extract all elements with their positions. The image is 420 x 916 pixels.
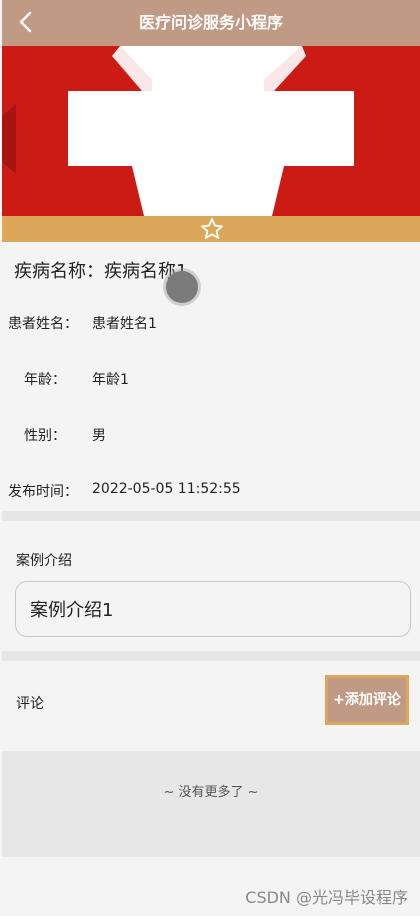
red-cross-logo [2, 46, 420, 216]
app-frame: 医疗问诊服务小程序 疾病名称：疾病名称1 患者姓名： 患者姓名1 年龄： 年龄1… [0, 0, 420, 916]
favorite-bar [2, 216, 420, 242]
age-value: 年龄1 [92, 372, 129, 388]
watermark-text: CSDN @光冯毕设程序 [245, 888, 408, 907]
page-title: 医疗问诊服务小程序 [138, 13, 283, 32]
intro-content: 案例介绍1 [30, 600, 114, 621]
patient-name-label: 患者姓名： [8, 316, 78, 332]
disease-name-label: 疾病名称： [14, 261, 104, 282]
age-label: 年龄： [24, 372, 66, 388]
section-divider [2, 651, 420, 661]
publish-time-label: 发布时间： [8, 484, 78, 500]
top-nav-bar: 医疗问诊服务小程序 [2, 0, 420, 46]
intro-section-title: 案例介绍 [16, 553, 72, 569]
gender-value: 男 [92, 428, 106, 444]
comments-section-title: 评论 [16, 696, 44, 712]
patient-name-value: 患者姓名1 [92, 316, 157, 332]
comments-list-empty: ~ 没有更多了 ~ [2, 751, 420, 857]
star-icon[interactable] [200, 217, 224, 241]
section-divider [2, 511, 420, 521]
banner-image[interactable] [2, 46, 420, 216]
gender-label: 性别： [24, 428, 66, 444]
intro-content-box: 案例介绍1 [15, 581, 411, 637]
disease-name-row: 疾病名称：疾病名称1 [14, 257, 187, 283]
add-comment-button[interactable]: +添加评论 [325, 675, 409, 725]
touch-cursor-indicator [166, 271, 198, 303]
publish-time-value: 2022-05-05 11:52:55 [92, 481, 241, 497]
no-more-text: ~ 没有更多了 ~ [163, 785, 259, 800]
